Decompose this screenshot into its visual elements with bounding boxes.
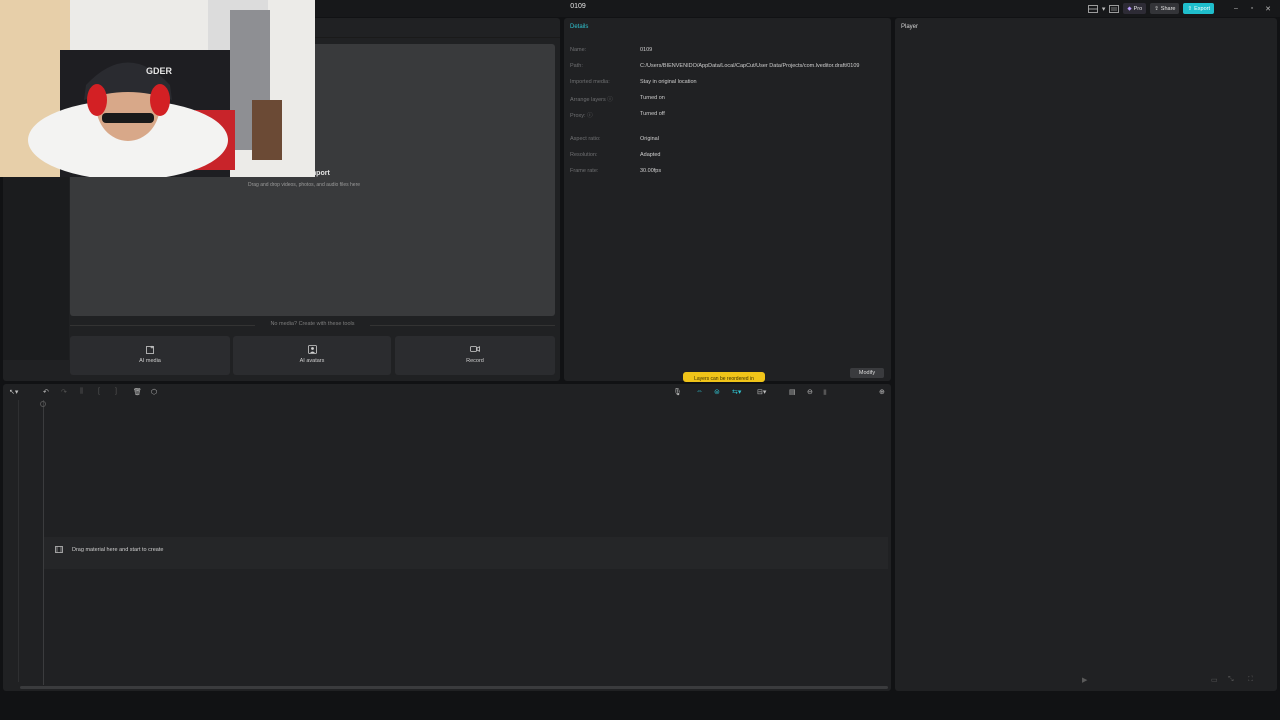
detail-value: Turned off [640,111,665,117]
import-hint: Drag and drop videos, photos, and audio … [248,182,361,188]
record-button[interactable]: Record [395,336,555,375]
zoom-out-icon[interactable]: ⊖ [807,388,813,396]
ai-avatars-button[interactable]: AI avatars [233,336,391,375]
detail-label: Resolution: [570,152,598,158]
caption-icon[interactable]: ▤ [789,388,796,396]
play-icon[interactable]: ▶ [1082,676,1087,684]
fullscreen-icon[interactable]: ⛶ [1248,676,1253,684]
detail-label: Aspect ratio: [570,136,601,142]
ai-avatars-label: AI avatars [299,358,325,364]
share-button[interactable]: ⇪ Share [1150,3,1180,14]
player-title: Player [901,24,919,30]
redo-icon[interactable]: ↷ [61,388,67,396]
detail-value: Adapted [640,152,661,158]
export-button[interactable]: ⇧ Export [1183,3,1214,14]
webcam-overlay: GDER [0,0,315,177]
main-track-drop-zone[interactable] [44,537,888,569]
player-panel [895,18,1277,691]
linkage-icon[interactable]: ⇆▾ [732,388,741,396]
window-title: 0109 [570,3,586,10]
detail-value: Original [640,136,659,142]
detail-label: Proxy: ⓘ [570,113,593,119]
detail-value: Stay in original location [640,79,697,85]
ai-avatar-icon [233,345,391,356]
detail-value: Turned on [640,95,665,101]
detail-label: Arrange layers ⓘ [570,97,613,103]
minimize-icon[interactable]: – [1230,5,1242,12]
fit-icon[interactable]: ⤡ [1228,676,1234,684]
export-label: Export [1194,5,1210,12]
no-media-text: No media? Create with these tools [70,321,555,327]
film-icon [55,546,63,555]
detail-value: 30.00fps [640,168,662,174]
playhead-handle[interactable] [40,401,46,407]
split-right-icon[interactable]: ] [115,388,117,395]
timeline-scrollbar[interactable] [20,686,888,689]
record-label: Record [466,358,484,364]
titlebar-actions: ▾ ◆ Pro ⇪ Share ⇧ Export – ▫ ✕ [1087,2,1274,15]
split-icon[interactable]: ⫼ [80,388,83,396]
layers-tooltip: Layers can be reordered in [683,372,765,382]
chevron-down-icon[interactable]: ▾ [1102,5,1106,13]
pro-button[interactable]: ◆ Pro [1123,3,1147,14]
drop-material-text: Drag material here and start to create [72,547,164,553]
split-left-icon[interactable]: [ [98,388,100,395]
main-track-magnet-icon[interactable]: ⇔ [696,388,703,395]
keyboard-icon[interactable] [1109,4,1120,13]
zoom-slider-icon[interactable]: ▮ [823,388,827,396]
close-icon[interactable]: ✕ [1262,5,1274,13]
svg-text:GDER: GDER [146,66,173,76]
delete-icon[interactable]: 🗑 [133,388,142,396]
aspect-ratio-icon[interactable]: ▭ [1211,676,1218,684]
pro-label: Pro [1133,5,1143,12]
marker-icon[interactable]: ⬡ [151,388,157,396]
diamond-icon: ◆ [1127,5,1132,12]
modify-button[interactable]: Modify [850,368,884,378]
track-header-divider [18,400,19,682]
detail-label: Frame rate: [570,168,599,174]
tab-details[interactable]: Details [570,24,588,30]
layout-icon[interactable] [1087,4,1098,13]
microphone-icon[interactable]: 🎙 [673,388,682,396]
preview-axis-icon[interactable]: ⊟▾ [757,388,766,396]
details-panel [564,18,891,381]
maximize-icon[interactable]: ▫ [1246,5,1258,12]
record-icon [395,345,555,355]
export-icon: ⇧ [1187,5,1193,12]
detail-label: Imported media: [570,79,610,85]
detail-label: Name: [570,47,587,53]
auto-snap-icon[interactable]: ⊜ [714,388,720,396]
undo-icon[interactable]: ↶ [43,388,49,396]
ai-media-button[interactable]: AI media [70,336,230,375]
detail-value: 0109 [640,47,653,53]
ai-media-icon [70,345,230,356]
select-tool-icon[interactable]: ↖▾ [9,388,18,396]
share-icon: ⇪ [1154,5,1159,12]
ai-media-label: AI media [139,358,161,364]
detail-value: C:/Users/BIENVENIDO/AppData/Local/CapCut… [640,63,860,69]
zoom-in-icon[interactable]: ⊕ [879,388,885,396]
detail-label: Path: [570,63,583,69]
share-label: Share [1160,5,1176,12]
